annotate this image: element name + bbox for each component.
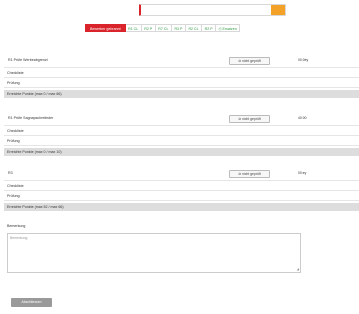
tab-label: R2 P bbox=[144, 27, 153, 31]
tab-1[interactable]: R1 CL bbox=[125, 24, 142, 32]
divider bbox=[4, 87, 359, 88]
result-row: Erreichte Punkte (max 52 / max 66) bbox=[4, 203, 359, 211]
resize-handle-icon[interactable]: ◢ bbox=[297, 267, 299, 271]
tab-4[interactable]: R3 P bbox=[171, 24, 186, 32]
section-time: 00:0ey bbox=[298, 58, 309, 62]
divider bbox=[4, 200, 359, 201]
tab-label: R2 CL bbox=[188, 27, 199, 31]
check-button-label: nicht geprüft bbox=[242, 59, 261, 63]
section-row: Prüfung bbox=[7, 194, 20, 198]
tab-5[interactable]: R2 CL bbox=[185, 24, 203, 32]
comment-label: Bemerkung bbox=[7, 224, 26, 228]
tab-0[interactable]: Bewerber gebrannt bbox=[85, 24, 126, 32]
submit-button[interactable]: Abschliessen bbox=[11, 298, 52, 307]
check-button[interactable]: ⊘ nicht geprüft bbox=[229, 57, 270, 65]
section-row: Checkliste bbox=[7, 184, 24, 188]
section-time: 40:00 bbox=[298, 116, 307, 120]
tab-label: R1 CL bbox=[128, 27, 139, 31]
section-title: R3 bbox=[8, 171, 13, 175]
tab-bar: Bewerber gebrannt R1 CL R2 P R7 CL R3 P R2 CL… bbox=[85, 24, 241, 32]
tab-label: R3 P bbox=[174, 27, 183, 31]
section-title: R1 Prüfe Werbeabgrenzt bbox=[8, 58, 48, 62]
progress-bar bbox=[139, 4, 286, 16]
divider bbox=[4, 190, 359, 191]
tab-label: Ersatzen bbox=[222, 27, 237, 31]
tab-label: R7 CL bbox=[158, 27, 169, 31]
result-row: Erreichte Punkte (max 0 / max 66) bbox=[4, 90, 359, 98]
tab-7[interactable]: ⎙Ersatzen bbox=[216, 24, 241, 32]
tab-label: R2 P bbox=[204, 27, 213, 31]
section-row: Prüfung bbox=[7, 139, 20, 143]
divider bbox=[4, 67, 359, 68]
result-row: Erreichte Punkte (max 0 / max 10) bbox=[4, 148, 359, 156]
divider bbox=[4, 180, 359, 181]
progress-fill bbox=[270, 5, 285, 15]
tab-3[interactable]: R7 CL bbox=[155, 24, 172, 32]
divider bbox=[4, 125, 359, 126]
divider bbox=[4, 77, 359, 78]
print-icon: ⎙ bbox=[218, 27, 222, 31]
section-time: 00:ey bbox=[298, 171, 307, 175]
check-button-label: nicht geprüft bbox=[242, 117, 261, 121]
section-row: Prüfung bbox=[7, 81, 20, 85]
divider bbox=[4, 145, 359, 146]
section-title: R1 Prüfe Sagnapschreiteder bbox=[8, 116, 54, 120]
tab-label: Bewerber gebrannt bbox=[90, 27, 121, 31]
comment-textarea[interactable]: Bemerkung ◢ bbox=[7, 233, 301, 273]
tab-2[interactable]: R2 P bbox=[141, 24, 156, 32]
check-button[interactable]: ⊘ nicht geprüft bbox=[229, 115, 270, 123]
divider bbox=[4, 135, 359, 136]
comment-placeholder: Bemerkung bbox=[10, 236, 28, 240]
check-button[interactable]: ⊘ nicht geprüft bbox=[229, 170, 270, 178]
tab-6[interactable]: R2 P bbox=[202, 24, 217, 32]
section-row: Checkliste bbox=[7, 129, 24, 133]
section-row: Checkliste bbox=[7, 71, 24, 75]
check-button-label: nicht geprüft bbox=[242, 172, 261, 176]
